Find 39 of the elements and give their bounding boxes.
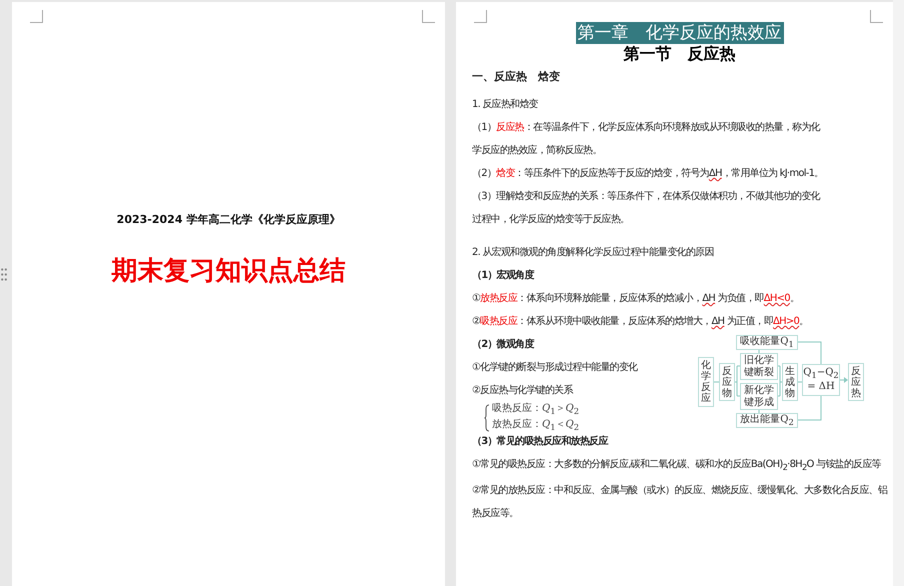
- diagram-node: Q$_{1}$−Q$_{2}$= ΔH: [802, 364, 840, 396]
- diagram-node: 反应物: [719, 363, 735, 401]
- paragraph: ①放热反应：体系向环境释放能量，反应体系的焓减小，ΔH 为负值，即ΔH<0。: [472, 292, 800, 306]
- paragraph: ②吸热反应：体系从环境中吸收能量，反应体系的焓增大，ΔH 为正值，即ΔH>0。: [472, 314, 810, 329]
- diagram-node: 化学反应: [698, 357, 714, 407]
- corner-mark: [30, 10, 43, 23]
- corner-mark: [870, 10, 883, 23]
- section-heading: （3）常见的吸热反应和放热反应: [472, 434, 610, 449]
- paragraph: ②反应热与化学键的关系: [472, 384, 574, 398]
- diagram-node: 反应热: [848, 363, 864, 401]
- diagram-node: 生成物: [782, 363, 798, 401]
- relation-formula: 放热反应：Q$_{1}$＜Q$_{2}$: [492, 418, 580, 434]
- paragraph: （1）反应热：在等温条件下，化学反应体系向环境释放或从环境吸收的热量，称为化: [472, 120, 822, 135]
- section-title: 第一节 反应热: [622, 44, 736, 64]
- section-heading: （1）宏观角度: [472, 268, 536, 283]
- paragraph: 1. 反应热和焓变: [472, 98, 540, 112]
- paragraph: ①化学键的断裂与形成过程中能量的变化: [472, 360, 639, 375]
- paragraph: （3）理解焓变和反应热的关系：等压条件下，在体系仅做体积功，不做其他功的变化: [472, 190, 822, 204]
- diagram-node: 新化学键形成: [740, 383, 778, 410]
- paragraph: ②常见的放热反应：中和反应、金属与酸（或水）的反应、燃烧反应、缓慢氧化、大多数化合反应、铝: [472, 484, 887, 498]
- paragraph: 过程中，化学反应的焓变等于反应热。: [472, 212, 630, 227]
- corner-mark: [474, 10, 487, 23]
- brace-icon: [484, 404, 490, 432]
- document-title: 期末复习知识点总结: [112, 255, 346, 288]
- drag-handle-icon[interactable]: [1, 268, 7, 282]
- diagram-node: 放出能量Q$_{2}$: [736, 413, 798, 428]
- diagram-node: 吸收能量Q$_{1}$: [736, 335, 798, 350]
- paragraph: 热反应等。: [472, 506, 520, 521]
- chapter-title: 第一章 化学反应的热效应: [576, 22, 784, 44]
- document-subtitle: 2023-2024 学年高二化学《化学反应原理》: [116, 212, 340, 227]
- paragraph: ①常见的吸热反应：大多数的分解反应,碳和二氧化碳、碳和水的反应Ba(OH)$_{2}$·8H$_{2}$O 与铵盐的反应等: [472, 458, 882, 474]
- relation-formula: 吸热反应：Q$_{1}$＞Q$_{2}$: [492, 402, 580, 418]
- paragraph: （2）焓变：等压条件下的反应热等于反应的焓变，符号为ΔH，常用单位为 kJ·mol-1。: [472, 166, 824, 181]
- paragraph: 学反应的热效应，简称反应热。: [472, 144, 602, 158]
- diagram-node: 旧化学键断裂: [740, 353, 778, 380]
- corner-mark: [422, 10, 435, 23]
- section-heading: 一、反应热 焓变: [472, 69, 561, 85]
- section-heading: （2）微观角度: [472, 337, 536, 352]
- paragraph: 2. 从宏观和微观的角度解释化学反应过程中能量变化的原因: [472, 246, 715, 260]
